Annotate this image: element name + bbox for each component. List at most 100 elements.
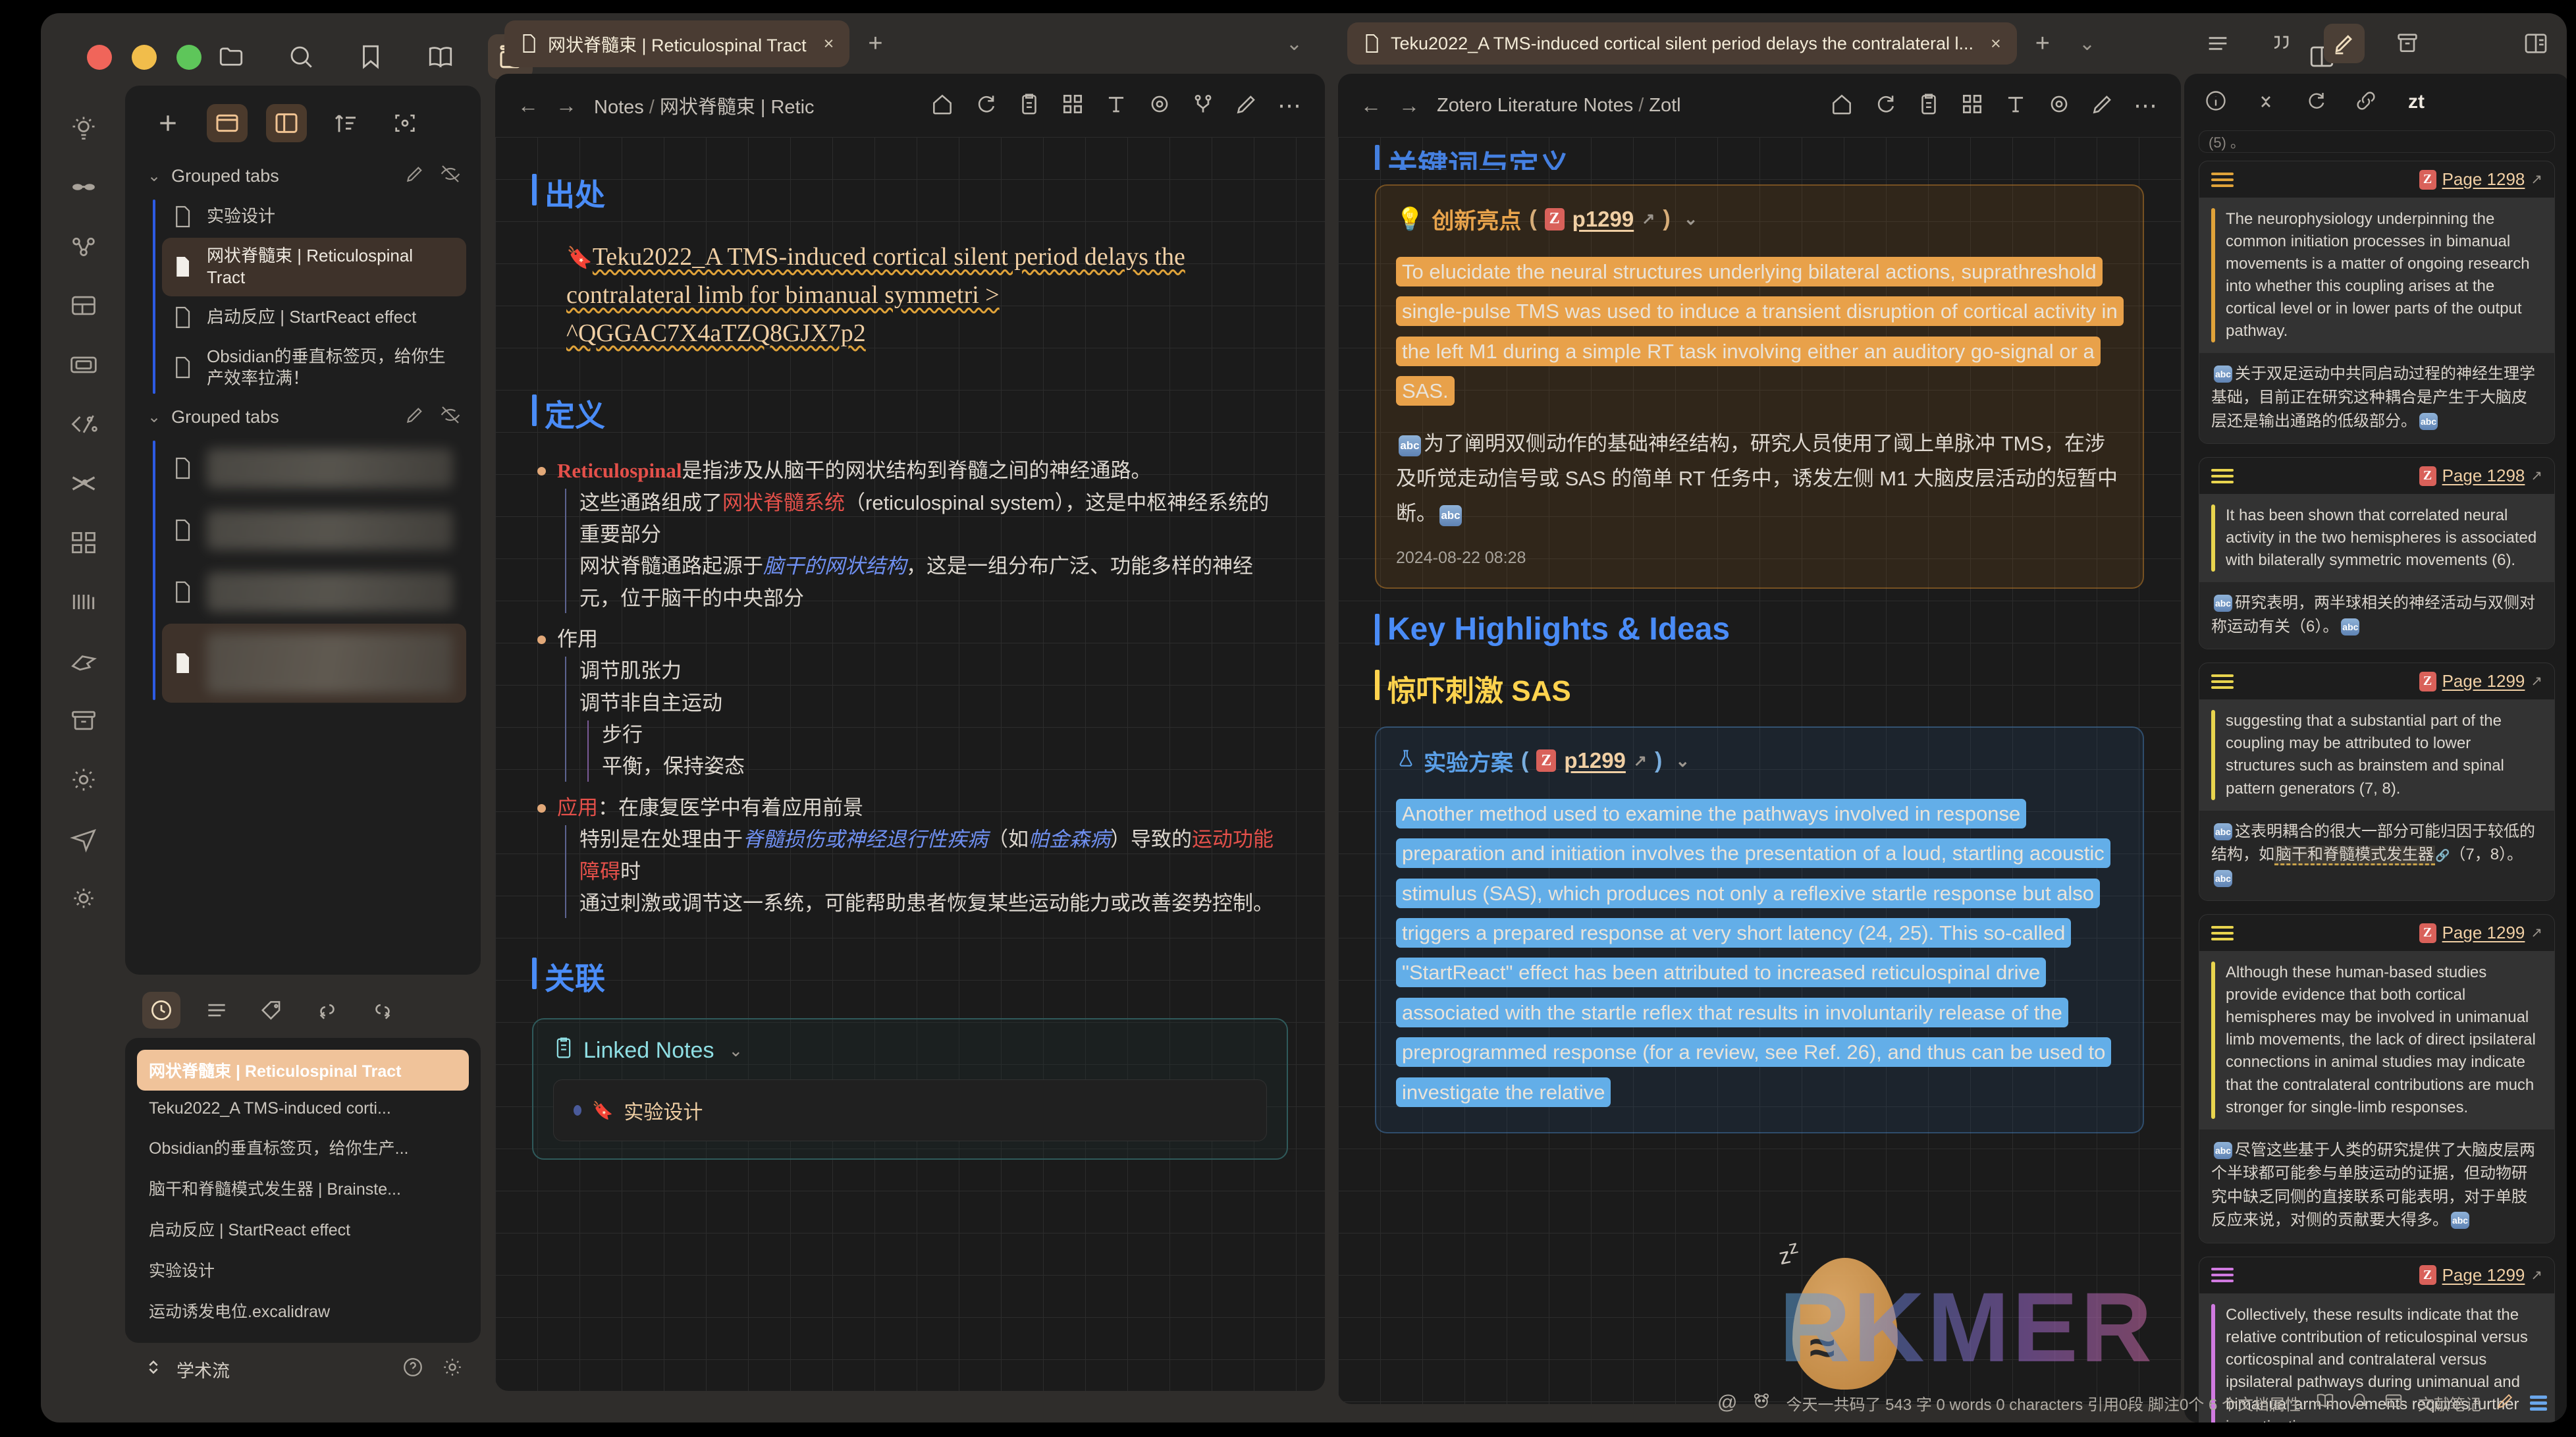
recent-item[interactable]: Obsidian的垂直标签页，给你生产... <box>137 1127 469 1168</box>
recent-item[interactable]: Teku2022_A TMS-induced corti... <box>137 1091 469 1127</box>
note-content[interactable]: 关键词与定义 💡 创新亮点 ( Z p1299 ↗ ) ⌄ To elucida… <box>1338 137 2181 1134</box>
pen-icon[interactable] <box>2496 1391 2515 1415</box>
bookmark-icon[interactable] <box>348 34 393 79</box>
external-link-icon[interactable]: ↗ <box>2531 673 2542 690</box>
refresh-icon[interactable] <box>1873 92 1898 120</box>
tag-icon[interactable] <box>253 992 291 1029</box>
more-icon[interactable]: ⋯ <box>2133 92 2159 119</box>
page-link[interactable]: Page 1299 <box>2442 1265 2525 1286</box>
annotation-card[interactable]: Z Page 1299 ↗ suggesting that a substant… <box>2199 663 2555 902</box>
annotation-card[interactable]: Z Page 1299 ↗ Although these human-based… <box>2199 914 2555 1243</box>
close-window-button[interactable] <box>87 45 112 70</box>
pen-icon[interactable] <box>404 163 425 189</box>
window-controls[interactable] <box>87 45 201 70</box>
grid-icon[interactable] <box>65 524 102 561</box>
home-icon[interactable] <box>1829 92 1854 120</box>
book-icon[interactable] <box>418 34 463 79</box>
archive-icon[interactable] <box>65 702 102 739</box>
grid-icon[interactable] <box>1060 92 1085 120</box>
hide-icon[interactable] <box>440 404 461 430</box>
list-icon[interactable] <box>198 992 236 1029</box>
info-icon[interactable] <box>2204 89 2228 116</box>
gear-icon[interactable] <box>441 1356 464 1383</box>
close-icon[interactable]: × <box>1991 34 2001 54</box>
split-icon[interactable] <box>1191 92 1216 120</box>
columns-icon[interactable] <box>65 583 102 620</box>
pen-icon[interactable] <box>1234 92 1259 120</box>
list-icon[interactable] <box>2530 1393 2547 1413</box>
eye-icon[interactable] <box>1147 92 1172 120</box>
more-icon[interactable]: ⋯ <box>1277 92 1302 119</box>
external-link-icon[interactable]: ↗ <box>1634 751 1647 771</box>
quote-icon[interactable] <box>2261 24 2301 63</box>
external-link-icon[interactable]: ↗ <box>1642 209 1655 229</box>
graph-icon[interactable] <box>65 228 102 265</box>
clock-icon[interactable] <box>142 992 180 1029</box>
link-icon[interactable] <box>2354 89 2378 116</box>
editor-tab[interactable]: Teku2022_A TMS-induced cortical silent p… <box>1347 22 2017 65</box>
pen-icon[interactable] <box>404 404 425 430</box>
search-icon[interactable] <box>279 34 323 79</box>
collapse-icon[interactable] <box>2254 89 2278 116</box>
forward-button[interactable]: → <box>556 94 577 118</box>
backlink-icon[interactable] <box>308 992 346 1029</box>
new-tab-button[interactable]: + <box>849 30 901 58</box>
page-link[interactable]: Page 1298 <box>2442 466 2525 486</box>
breadcrumb[interactable]: Zotero Literature Notes / Zotl <box>1437 95 1681 117</box>
eye-icon[interactable] <box>2047 92 2072 120</box>
group-header[interactable]: ⌄ Grouped tabs <box>125 157 481 196</box>
page-link[interactable]: Page 1299 <box>2442 923 2525 943</box>
status-label[interactable]: 文献笔记 <box>2418 1392 2481 1415</box>
recent-item[interactable]: 启动反应 | StartReact effect <box>137 1208 469 1249</box>
linked-notes-header[interactable]: Linked Notes ⌄ <box>553 1037 1267 1065</box>
archive-icon[interactable] <box>2387 24 2428 63</box>
help-icon[interactable] <box>402 1356 424 1383</box>
sun-icon[interactable] <box>65 880 102 917</box>
callout-header[interactable]: 实验方案 ( Z p1299 ↗ ) ⌄ <box>1396 745 2123 777</box>
group-header[interactable]: ⌄ Grouped tabs <box>125 398 481 437</box>
forward-button[interactable]: → <box>1399 94 1420 118</box>
feather-icon[interactable] <box>65 643 102 680</box>
sidebar-tab-item[interactable] <box>162 500 466 560</box>
page-link[interactable]: p1299 <box>1564 748 1626 773</box>
send-icon[interactable] <box>65 821 102 857</box>
sidebar-tab-item[interactable]: 实验设计 <box>162 197 466 236</box>
home-icon[interactable] <box>930 92 955 120</box>
inline-note-link[interactable]: 脑干和脊髓模式发生器 <box>2274 846 2435 866</box>
sidebar-tab-item[interactable]: 启动反应 | StartReact effect <box>162 298 466 337</box>
focus-icon[interactable] <box>385 104 425 142</box>
outgoing-link-icon[interactable] <box>363 992 402 1029</box>
annotation-card[interactable]: Z Page 1298 ↗ The neurophysiology underp… <box>2199 161 2555 445</box>
book-icon[interactable] <box>2315 1391 2335 1415</box>
table-icon[interactable] <box>2384 1391 2403 1415</box>
highlighter-icon[interactable] <box>2324 24 2365 63</box>
chevron-down-icon[interactable]: ⌄ <box>1684 209 1698 229</box>
minimize-window-button[interactable] <box>132 45 157 70</box>
sidebar-tab-item[interactable] <box>162 562 466 622</box>
clipboard-icon[interactable] <box>1017 92 1042 120</box>
editor-tab[interactable]: 网状脊髓束 | Reticulospinal Tract × <box>504 20 850 67</box>
split-pane-icon[interactable] <box>2515 24 2556 63</box>
sort-icon[interactable] <box>325 104 366 142</box>
sidebar-tab-item[interactable]: Obsidian的垂直标签页，给你生产效率拉满！ <box>162 339 466 397</box>
recent-item[interactable]: 实验设计 <box>137 1249 469 1290</box>
linked-note-item[interactable]: 🔖 实验设计 <box>574 1096 1247 1125</box>
sidebar-tab-item[interactable] <box>162 438 466 499</box>
layout-icon[interactable] <box>65 287 102 324</box>
clipboard-icon[interactable] <box>1916 92 1941 120</box>
maximize-window-button[interactable] <box>176 45 201 70</box>
at-icon[interactable]: @ <box>1717 1392 1737 1414</box>
card-icon[interactable] <box>65 346 102 383</box>
pen-icon[interactable] <box>2090 92 2115 120</box>
sidebar-tab-item-selected[interactable] <box>162 624 466 703</box>
vault-switcher[interactable]: 学术流 <box>125 1343 481 1383</box>
new-tab-button[interactable] <box>148 104 188 142</box>
recent-item[interactable]: 网状脊髓束 | Reticulospinal Tract <box>137 1050 469 1091</box>
external-link-icon[interactable]: ↗ <box>2531 468 2542 484</box>
bell-icon[interactable] <box>2349 1391 2369 1415</box>
hide-icon[interactable] <box>440 163 461 189</box>
panda-icon[interactable] <box>1752 1391 1771 1415</box>
external-link-icon[interactable]: ↗ <box>2531 171 2542 188</box>
recent-item[interactable]: 运动诱发电位.excalidraw <box>137 1290 469 1331</box>
folder-icon[interactable] <box>209 34 254 79</box>
